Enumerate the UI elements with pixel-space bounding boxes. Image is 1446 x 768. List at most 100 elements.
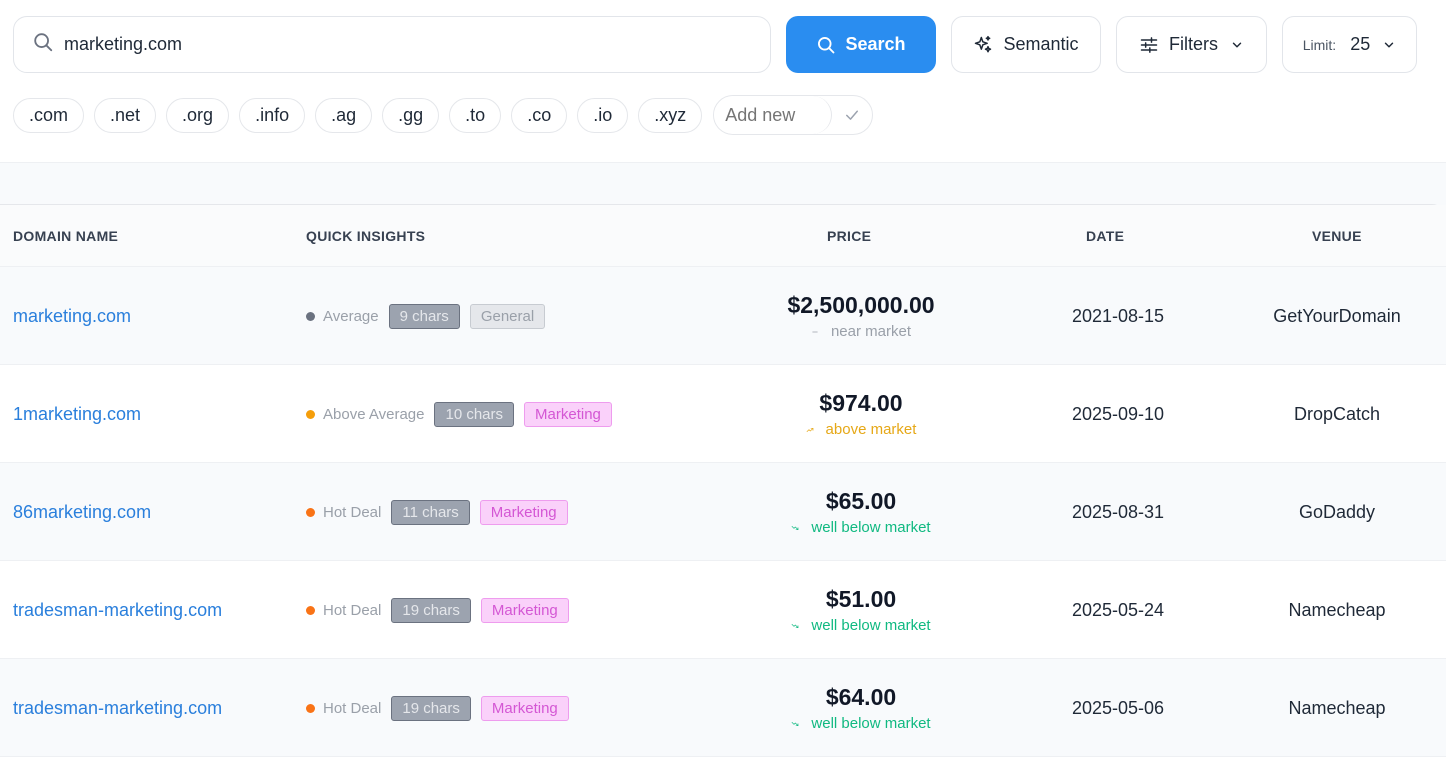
table-header: DOMAIN NAME QUICK INSIGHTS PRICE DATE VE… xyxy=(0,205,1446,267)
tld-chip[interactable]: .xyz xyxy=(638,97,703,133)
market-comparison: well below market xyxy=(791,715,931,732)
tld-chip[interactable]: .ag xyxy=(315,97,373,133)
column-header-insights: QUICK INSIGHTS xyxy=(306,228,426,244)
quick-insights: Above Average 10 chars Marketing xyxy=(306,365,612,463)
domain-link[interactable]: tradesman-marketing.com xyxy=(13,659,273,757)
minus-icon xyxy=(811,325,825,339)
rating-dot-icon xyxy=(306,703,315,713)
market-comparison: well below market xyxy=(791,617,931,634)
semantic-button-label: Semantic xyxy=(1003,34,1079,54)
market-comparison-label: well below market xyxy=(811,617,931,634)
quick-insights: Average 9 chars General xyxy=(306,267,546,365)
tld-chip[interactable]: .to xyxy=(449,97,502,133)
filters-button-label: Filters xyxy=(1169,34,1218,54)
trending-up-icon xyxy=(806,423,820,437)
column-header-domain[interactable]: DOMAIN NAME xyxy=(13,205,118,267)
market-comparison: near market xyxy=(811,323,911,340)
char-count-badge: 19 chars xyxy=(391,695,471,721)
market-comparison: well below market xyxy=(791,519,931,536)
tld-chip[interactable]: .gg xyxy=(382,97,440,133)
column-header-venue[interactable]: VENUE xyxy=(1312,205,1362,267)
venue-cell: Namecheap xyxy=(1288,697,1386,718)
tld-chip[interactable]: .io xyxy=(577,97,629,133)
search-icon xyxy=(818,36,835,53)
add-tld-input[interactable] xyxy=(714,96,833,134)
search-input[interactable] xyxy=(64,34,724,55)
chevron-down-icon xyxy=(1232,42,1242,47)
rating-dot-icon xyxy=(306,507,315,517)
chevron-down-icon xyxy=(1385,42,1394,47)
rating-label: Above Average xyxy=(323,405,425,423)
domain-name[interactable]: tradesman-marketing.com xyxy=(13,696,222,721)
venue-cell: GetYourDomain xyxy=(1273,305,1401,326)
venue-cell: DropCatch xyxy=(1293,403,1381,424)
table-row: tradesman-marketing.com Hot Deal 19 char… xyxy=(0,561,1446,659)
date-cell: 2025-05-06 xyxy=(1071,697,1165,718)
market-comparison-label: above market xyxy=(825,421,917,438)
domain-link[interactable]: tradesman-marketing.com xyxy=(13,561,273,659)
rating-dot-icon xyxy=(306,409,315,419)
tld-chip[interactable]: .net xyxy=(94,97,157,133)
rating-dot-icon xyxy=(306,311,315,321)
table-row: tradesman-marketing.com Hot Deal 19 char… xyxy=(0,659,1446,757)
rating-label: Hot Deal xyxy=(323,699,382,717)
market-comparison: above market xyxy=(806,421,917,438)
search-box[interactable] xyxy=(13,16,771,73)
venue-cell: GoDaddy xyxy=(1298,501,1376,522)
quick-insights: Hot Deal 11 chars Marketing xyxy=(306,463,568,561)
column-header-price[interactable]: PRICE xyxy=(827,205,871,267)
semantic-button[interactable]: Semantic xyxy=(951,16,1101,73)
category-badge: Marketing xyxy=(480,597,569,623)
price-value: $2,500,000.00 xyxy=(787,292,935,318)
table-row: 86marketing.com Hot Deal 11 chars Market… xyxy=(0,463,1446,561)
price-cell: $51.00 well below market xyxy=(731,561,991,659)
sparkles-icon xyxy=(975,35,992,52)
check-icon[interactable] xyxy=(843,106,861,124)
rating-dot-icon xyxy=(306,605,315,615)
domain-link[interactable]: 1marketing.com xyxy=(13,365,273,463)
column-header-date[interactable]: DATE xyxy=(1086,205,1124,267)
quick-insights: Hot Deal 19 chars Marketing xyxy=(306,659,569,757)
char-count-badge: 11 chars xyxy=(391,499,470,525)
limit-select[interactable]: Limit: 25 xyxy=(1282,16,1417,73)
price-value: $51.00 xyxy=(825,586,897,612)
tld-chip[interactable]: .org xyxy=(166,97,230,133)
tld-chip-list: .com .net .org .info .ag .gg .to .co .io… xyxy=(13,95,874,135)
table-row: marketing.com Average 9 chars General $2… xyxy=(0,267,1446,365)
domain-link[interactable]: 86marketing.com xyxy=(13,463,273,561)
domain-name[interactable]: tradesman-marketing.com xyxy=(13,598,222,623)
date-cell: 2021-08-15 xyxy=(1071,305,1165,326)
trending-down-icon xyxy=(791,717,805,731)
date-cell: 2025-05-24 xyxy=(1071,599,1165,620)
trending-down-icon xyxy=(791,619,805,633)
tld-chip[interactable]: .info xyxy=(239,97,306,133)
domain-link[interactable]: marketing.com xyxy=(13,267,273,365)
price-cell: $974.00 above market xyxy=(731,365,991,463)
price-value: $64.00 xyxy=(825,684,897,710)
date-cell: 2025-08-31 xyxy=(1071,501,1165,522)
category-badge: Marketing xyxy=(480,695,569,721)
market-comparison-label: near market xyxy=(830,323,912,340)
venue-cell: Namecheap xyxy=(1288,599,1386,620)
price-value: $65.00 xyxy=(825,488,897,514)
filters-button[interactable]: Filters xyxy=(1116,16,1267,73)
search-button[interactable]: Search xyxy=(786,16,936,73)
char-count-badge: 9 chars xyxy=(388,303,460,329)
rating-label: Hot Deal xyxy=(323,503,382,521)
domain-name[interactable]: marketing.com xyxy=(13,304,131,329)
date-cell: 2025-09-10 xyxy=(1071,403,1165,424)
table-row: 1marketing.com Above Average 10 chars Ma… xyxy=(0,365,1446,463)
rating-label: Hot Deal xyxy=(323,601,382,619)
limit-label: Limit: xyxy=(1302,36,1337,53)
price-cell: $64.00 well below market xyxy=(731,659,991,757)
search-button-label: Search xyxy=(845,34,906,54)
domain-name[interactable]: 86marketing.com xyxy=(13,500,151,525)
category-badge: Marketing xyxy=(479,499,568,525)
sliders-icon xyxy=(1140,36,1158,53)
tld-chip[interactable]: .co xyxy=(511,97,568,133)
domain-name[interactable]: 1marketing.com xyxy=(13,402,141,427)
quick-insights: Hot Deal 19 chars Marketing xyxy=(306,561,569,659)
tld-chip[interactable]: .com xyxy=(13,97,85,133)
price-cell: $65.00 well below market xyxy=(731,463,991,561)
table-body: marketing.com Average 9 chars General $2… xyxy=(0,267,1446,757)
